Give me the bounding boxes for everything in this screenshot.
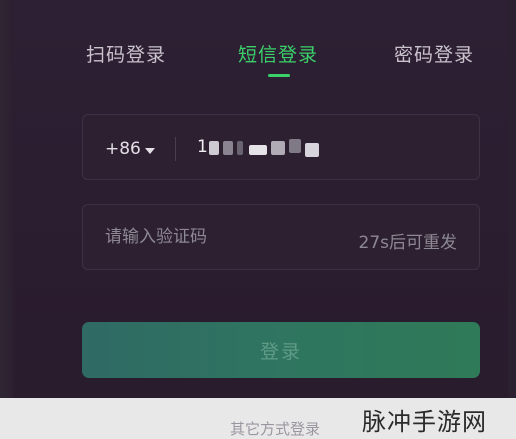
pixelated-digit [271, 141, 285, 155]
pixelated-digit [223, 141, 233, 155]
pixelated-digit [305, 143, 319, 157]
tab-sms-login[interactable]: 短信登录 [238, 40, 318, 67]
tab-password-login[interactable]: 密码登录 [394, 40, 474, 67]
verification-code-input[interactable] [83, 205, 333, 269]
caret-down-icon[interactable] [145, 148, 155, 154]
other-login-link[interactable]: 其它方式登录 [230, 418, 320, 439]
pixelated-digit [209, 141, 219, 155]
pixelated-digit [237, 141, 243, 155]
phone-field[interactable]: +86 1 [82, 114, 480, 180]
pixelated-digit [289, 139, 301, 153]
country-code-select[interactable]: +86 [105, 139, 141, 159]
field-divider [175, 137, 176, 161]
tab-qr-login[interactable]: 扫码登录 [86, 40, 166, 67]
site-watermark: 脉冲手游网 [362, 408, 487, 436]
verification-code-field: 27s后可重发 [82, 204, 480, 270]
phone-visible-digit: 1 [197, 137, 208, 157]
active-tab-indicator [268, 74, 290, 77]
phone-number-value[interactable]: 1 [197, 137, 327, 161]
resend-countdown: 27s后可重发 [358, 233, 458, 253]
pixelated-digit [249, 145, 267, 155]
login-tabs: 扫码登录 短信登录 密码登录 [0, 40, 516, 80]
login-button[interactable]: 登录 [82, 322, 480, 378]
login-panel: 扫码登录 短信登录 密码登录 +86 1 27s后可重发 登录 其它方式登录 脉… [0, 0, 516, 439]
